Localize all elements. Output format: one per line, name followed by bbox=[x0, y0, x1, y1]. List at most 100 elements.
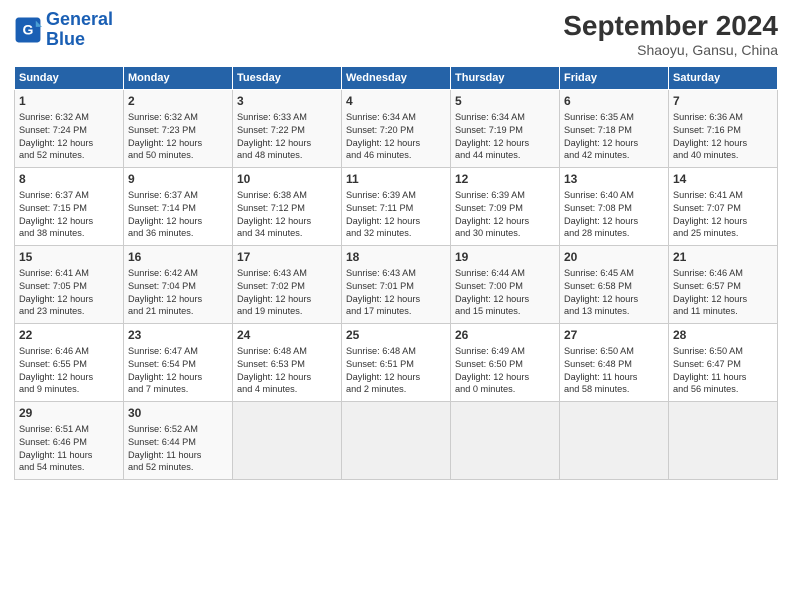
calendar-cell: 29Sunrise: 6:51 AMSunset: 6:46 PMDayligh… bbox=[15, 402, 124, 480]
day-number: 21 bbox=[673, 249, 773, 266]
day-info: Sunrise: 6:41 AM bbox=[673, 190, 743, 200]
day-number: 23 bbox=[128, 327, 228, 344]
day-number: 14 bbox=[673, 171, 773, 188]
day-info: Daylight: 12 hours bbox=[128, 216, 202, 226]
calendar-row: 15Sunrise: 6:41 AMSunset: 7:05 PMDayligh… bbox=[15, 246, 778, 324]
day-info: Daylight: 12 hours bbox=[19, 294, 93, 304]
day-info: and 15 minutes. bbox=[455, 306, 520, 316]
day-info: Sunrise: 6:36 AM bbox=[673, 112, 743, 122]
day-info: Sunrise: 6:32 AM bbox=[19, 112, 89, 122]
day-info: Sunset: 7:02 PM bbox=[237, 281, 305, 291]
day-number: 5 bbox=[455, 93, 555, 110]
day-info: Sunrise: 6:32 AM bbox=[128, 112, 198, 122]
day-number: 18 bbox=[346, 249, 446, 266]
day-info: Sunrise: 6:46 AM bbox=[673, 268, 743, 278]
day-info: and 42 minutes. bbox=[564, 150, 629, 160]
day-info: Sunrise: 6:33 AM bbox=[237, 112, 307, 122]
day-info: Sunset: 7:23 PM bbox=[128, 125, 196, 135]
day-info: and 44 minutes. bbox=[455, 150, 520, 160]
day-info: and 46 minutes. bbox=[346, 150, 411, 160]
day-number: 2 bbox=[128, 93, 228, 110]
day-number: 13 bbox=[564, 171, 664, 188]
month-title: September 2024 bbox=[563, 10, 778, 42]
day-info: Daylight: 12 hours bbox=[673, 216, 747, 226]
day-info: Sunset: 7:24 PM bbox=[19, 125, 87, 135]
calendar-cell bbox=[342, 402, 451, 480]
calendar-cell: 27Sunrise: 6:50 AMSunset: 6:48 PMDayligh… bbox=[560, 324, 669, 402]
day-number: 3 bbox=[237, 93, 337, 110]
day-info: Daylight: 12 hours bbox=[673, 294, 747, 304]
day-info: Sunset: 7:08 PM bbox=[564, 203, 632, 213]
day-info: Daylight: 12 hours bbox=[455, 138, 529, 148]
day-info: Daylight: 12 hours bbox=[128, 294, 202, 304]
calendar-cell bbox=[233, 402, 342, 480]
calendar-cell: 19Sunrise: 6:44 AMSunset: 7:00 PMDayligh… bbox=[451, 246, 560, 324]
day-info: Daylight: 12 hours bbox=[237, 294, 311, 304]
logo-icon: G bbox=[14, 16, 42, 44]
day-info: Sunrise: 6:40 AM bbox=[564, 190, 634, 200]
day-number: 25 bbox=[346, 327, 446, 344]
day-number: 24 bbox=[237, 327, 337, 344]
logo: G General Blue bbox=[14, 10, 113, 50]
day-info: Daylight: 12 hours bbox=[346, 216, 420, 226]
day-info: and 48 minutes. bbox=[237, 150, 302, 160]
day-info: Sunrise: 6:43 AM bbox=[237, 268, 307, 278]
day-info: and 7 minutes. bbox=[128, 384, 188, 394]
day-info: Daylight: 12 hours bbox=[455, 294, 529, 304]
calendar-cell: 4Sunrise: 6:34 AMSunset: 7:20 PMDaylight… bbox=[342, 90, 451, 168]
day-info: Sunset: 6:51 PM bbox=[346, 359, 414, 369]
day-info: Sunset: 7:19 PM bbox=[455, 125, 523, 135]
day-info: Sunset: 7:20 PM bbox=[346, 125, 414, 135]
day-header: Saturday bbox=[669, 67, 778, 90]
day-info: Sunrise: 6:52 AM bbox=[128, 424, 198, 434]
day-info: and 25 minutes. bbox=[673, 228, 738, 238]
day-info: and 19 minutes. bbox=[237, 306, 302, 316]
calendar-cell: 9Sunrise: 6:37 AMSunset: 7:14 PMDaylight… bbox=[124, 168, 233, 246]
day-info: and 13 minutes. bbox=[564, 306, 629, 316]
day-info: Daylight: 11 hours bbox=[128, 450, 201, 460]
day-info: Sunset: 7:09 PM bbox=[455, 203, 523, 213]
day-info: and 17 minutes. bbox=[346, 306, 411, 316]
day-info: Sunset: 7:15 PM bbox=[19, 203, 87, 213]
day-info: Sunrise: 6:34 AM bbox=[455, 112, 525, 122]
calendar-body: 1Sunrise: 6:32 AMSunset: 7:24 PMDaylight… bbox=[15, 90, 778, 480]
calendar-cell: 12Sunrise: 6:39 AMSunset: 7:09 PMDayligh… bbox=[451, 168, 560, 246]
day-info: and 21 minutes. bbox=[128, 306, 193, 316]
calendar-cell: 18Sunrise: 6:43 AMSunset: 7:01 PMDayligh… bbox=[342, 246, 451, 324]
day-info: and 2 minutes. bbox=[346, 384, 406, 394]
calendar-header-row: SundayMondayTuesdayWednesdayThursdayFrid… bbox=[15, 67, 778, 90]
day-info: Daylight: 11 hours bbox=[673, 372, 746, 382]
day-info: Daylight: 12 hours bbox=[19, 138, 93, 148]
day-info: and 36 minutes. bbox=[128, 228, 193, 238]
day-header: Wednesday bbox=[342, 67, 451, 90]
title-block: September 2024 Shaoyu, Gansu, China bbox=[563, 10, 778, 58]
calendar-table: SundayMondayTuesdayWednesdayThursdayFrid… bbox=[14, 66, 778, 480]
day-header: Tuesday bbox=[233, 67, 342, 90]
day-info: Sunset: 6:50 PM bbox=[455, 359, 523, 369]
day-info: Sunrise: 6:49 AM bbox=[455, 346, 525, 356]
day-number: 29 bbox=[19, 405, 119, 422]
day-header: Sunday bbox=[15, 67, 124, 90]
day-info: Sunset: 7:12 PM bbox=[237, 203, 305, 213]
day-info: Sunrise: 6:39 AM bbox=[455, 190, 525, 200]
day-info: Sunrise: 6:46 AM bbox=[19, 346, 89, 356]
calendar-cell bbox=[560, 402, 669, 480]
calendar-cell: 30Sunrise: 6:52 AMSunset: 6:44 PMDayligh… bbox=[124, 402, 233, 480]
day-info: and 52 minutes. bbox=[19, 150, 84, 160]
day-header: Friday bbox=[560, 67, 669, 90]
day-number: 8 bbox=[19, 171, 119, 188]
day-info: Daylight: 12 hours bbox=[346, 372, 420, 382]
page-container: G General Blue September 2024 Shaoyu, Ga… bbox=[0, 0, 792, 486]
day-info: Daylight: 12 hours bbox=[564, 294, 638, 304]
svg-text:G: G bbox=[23, 21, 34, 37]
day-number: 11 bbox=[346, 171, 446, 188]
day-info: Daylight: 12 hours bbox=[237, 372, 311, 382]
day-info: and 34 minutes. bbox=[237, 228, 302, 238]
calendar-cell: 25Sunrise: 6:48 AMSunset: 6:51 PMDayligh… bbox=[342, 324, 451, 402]
day-header: Thursday bbox=[451, 67, 560, 90]
calendar-cell: 14Sunrise: 6:41 AMSunset: 7:07 PMDayligh… bbox=[669, 168, 778, 246]
day-info: Sunrise: 6:44 AM bbox=[455, 268, 525, 278]
calendar-cell bbox=[669, 402, 778, 480]
calendar-cell: 3Sunrise: 6:33 AMSunset: 7:22 PMDaylight… bbox=[233, 90, 342, 168]
day-info: Daylight: 12 hours bbox=[237, 138, 311, 148]
